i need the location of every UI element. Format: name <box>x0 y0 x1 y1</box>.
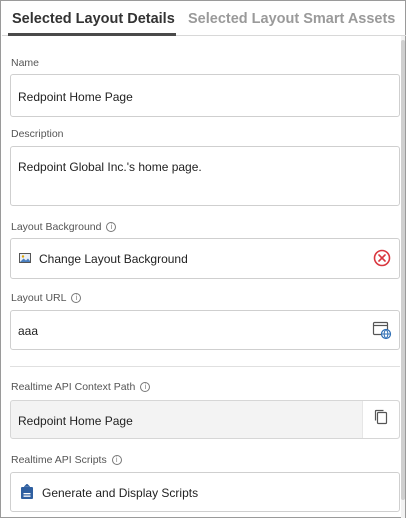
layout-url-input[interactable]: aaa <box>10 310 400 350</box>
active-tab-indicator <box>8 33 176 36</box>
layout-url-label: Layout URL i <box>11 292 82 304</box>
scrollbar-track[interactable] <box>401 36 405 518</box>
layout-background-label-text: Layout Background <box>11 221 102 233</box>
api-context-path-label-text: Realtime API Context Path <box>11 381 136 393</box>
image-icon <box>19 252 31 264</box>
name-input-value: Redpoint Home Page <box>18 90 133 104</box>
change-layout-background-button[interactable]: Change Layout Background <box>10 238 400 279</box>
info-icon[interactable]: i <box>71 293 82 303</box>
tab-bar: Selected Layout Details Selected Layout … <box>2 2 406 36</box>
copy-button[interactable] <box>362 401 399 438</box>
name-label: Name <box>11 57 39 69</box>
api-scripts-label-text: Realtime API Scripts <box>11 454 107 466</box>
script-export-icon <box>20 484 34 500</box>
tab-selected-layout-details[interactable]: Selected Layout Details <box>12 11 175 27</box>
copy-icon <box>374 409 388 430</box>
name-input[interactable]: Redpoint Home Page <box>10 74 400 117</box>
description-textarea[interactable]: Redpoint Global Inc.'s home page. <box>10 146 400 206</box>
description-label: Description <box>11 128 64 140</box>
layout-details-panel: Selected Layout Details Selected Layout … <box>0 0 406 518</box>
layout-url-label-text: Layout URL <box>11 292 67 304</box>
tab-selected-layout-smart-assets[interactable]: Selected Layout Smart Assets <box>188 11 395 27</box>
clear-circle-x-icon[interactable] <box>373 249 391 267</box>
browser-globe-icon[interactable] <box>372 320 392 340</box>
api-context-path-label: Realtime API Context Path i <box>11 381 151 393</box>
change-layout-background-label: Change Layout Background <box>39 252 188 266</box>
info-icon[interactable]: i <box>106 222 117 232</box>
generate-display-scripts-button[interactable]: Generate and Display Scripts <box>10 472 400 512</box>
info-icon[interactable]: i <box>140 382 151 392</box>
scrollbar-thumb[interactable] <box>401 40 405 500</box>
section-divider <box>10 366 400 367</box>
api-scripts-label: Realtime API Scripts i <box>11 454 122 466</box>
description-textarea-value: Redpoint Global Inc.'s home page. <box>18 160 202 174</box>
api-context-path-value: Redpoint Home Page <box>18 414 133 428</box>
generate-display-scripts-label: Generate and Display Scripts <box>42 486 199 500</box>
info-icon[interactable]: i <box>111 455 122 465</box>
layout-background-label: Layout Background i <box>11 221 117 233</box>
description-label-text: Description <box>11 128 64 140</box>
name-label-text: Name <box>11 57 40 69</box>
layout-url-input-value: aaa <box>18 324 39 338</box>
api-context-path-field: Redpoint Home Page <box>10 400 400 439</box>
